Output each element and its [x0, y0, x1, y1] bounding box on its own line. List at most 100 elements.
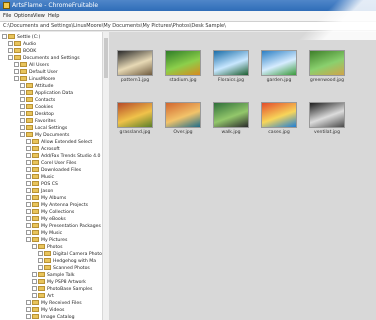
- tree-node[interactable]: My Collections: [26, 209, 74, 215]
- tree-node[interactable]: Acrosoft: [26, 146, 60, 152]
- expand-toggle-icon[interactable]: [20, 83, 25, 88]
- tree-scroll-thumb[interactable]: [104, 38, 108, 78]
- thumbnail-item[interactable]: walk.jpg: [211, 102, 251, 138]
- expand-toggle-icon[interactable]: [38, 258, 43, 263]
- tree-node[interactable]: Jason: [26, 188, 53, 194]
- tree-node[interactable]: Music: [26, 174, 54, 180]
- tree-node[interactable]: My Videos: [26, 307, 64, 313]
- expand-toggle-icon[interactable]: [20, 132, 25, 137]
- menu-help[interactable]: Help: [48, 11, 59, 21]
- thumbnail-item[interactable]: greenwood.jpg: [307, 50, 347, 86]
- expand-toggle-icon[interactable]: [20, 118, 25, 123]
- expand-toggle-icon[interactable]: [26, 202, 31, 207]
- expand-toggle-icon[interactable]: [26, 188, 31, 193]
- expand-toggle-icon[interactable]: [38, 265, 43, 270]
- thumbnail-image[interactable]: [213, 50, 249, 76]
- tree-node[interactable]: Allow Extended Select: [26, 139, 92, 145]
- tree-node[interactable]: Desktop: [20, 111, 54, 117]
- tree-node[interactable]: My Presentation Packages: [26, 223, 101, 229]
- expand-toggle-icon[interactable]: [26, 139, 31, 144]
- thumbnail-image[interactable]: [117, 50, 153, 76]
- expand-toggle-icon[interactable]: [32, 293, 37, 298]
- thumbnail-item[interactable]: cases.jpg: [259, 102, 299, 138]
- thumbnail-image[interactable]: [165, 102, 201, 128]
- tree-node[interactable]: My Received Files: [26, 300, 82, 306]
- tree-node[interactable]: Default User: [14, 69, 58, 75]
- thumbnail-item[interactable]: ventilat.jpg: [307, 102, 347, 138]
- thumbnail-image[interactable]: [165, 50, 201, 76]
- expand-toggle-icon[interactable]: [26, 146, 31, 151]
- tree-node[interactable]: Digital Camera Photos: [38, 251, 104, 257]
- expand-toggle-icon[interactable]: [20, 97, 25, 102]
- tree-node[interactable]: Art: [32, 293, 54, 299]
- tree-node[interactable]: Downloaded Files: [26, 167, 81, 173]
- tree-node[interactable]: POS CS: [26, 181, 58, 187]
- menu-view[interactable]: View: [33, 11, 45, 21]
- tree-node[interactable]: PhotoBase Samples: [32, 286, 92, 292]
- thumbnail-image[interactable]: [309, 102, 345, 128]
- tree-node[interactable]: My PSP8 Artwork: [32, 279, 86, 285]
- expand-toggle-icon[interactable]: [8, 55, 13, 60]
- menu-options[interactable]: Options: [14, 11, 33, 21]
- tree-node[interactable]: BOOK: [8, 48, 36, 54]
- tree-node[interactable]: Documents and Settings: [8, 55, 80, 61]
- expand-toggle-icon[interactable]: [26, 181, 31, 186]
- expand-toggle-icon[interactable]: [8, 48, 13, 53]
- expand-toggle-icon[interactable]: [2, 34, 7, 39]
- tree-node[interactable]: Cookies: [20, 104, 53, 110]
- thumbnail-item[interactable]: Floraics.jpg: [211, 50, 251, 86]
- thumbnail-item[interactable]: Over.jpg: [163, 102, 203, 138]
- expand-toggle-icon[interactable]: [8, 41, 13, 46]
- tree-node[interactable]: Photos: [32, 244, 63, 250]
- expand-toggle-icon[interactable]: [32, 279, 37, 284]
- expand-toggle-icon[interactable]: [26, 216, 31, 221]
- tree-node[interactable]: Local Settings: [20, 125, 67, 131]
- thumbnail-item[interactable]: garden.jpg: [259, 50, 299, 86]
- expand-toggle-icon[interactable]: [26, 195, 31, 200]
- tree-node[interactable]: Hedgehog with Ma: [38, 258, 96, 264]
- tree-node[interactable]: LinusMoore: [14, 76, 55, 82]
- tree-node[interactable]: My Documents: [20, 132, 69, 138]
- tree-node[interactable]: Favorites: [20, 118, 56, 124]
- expand-toggle-icon[interactable]: [26, 314, 31, 319]
- thumbnail-image[interactable]: [261, 50, 297, 76]
- folder-tree[interactable]: Settle (C:) Audio BOOK Documents and Settin…: [0, 32, 109, 320]
- expand-toggle-icon[interactable]: [32, 286, 37, 291]
- expand-toggle-icon[interactable]: [20, 125, 25, 130]
- expand-toggle-icon[interactable]: [26, 160, 31, 165]
- expand-toggle-icon[interactable]: [26, 167, 31, 172]
- tree-node[interactable]: All Users: [14, 62, 49, 68]
- expand-toggle-icon[interactable]: [38, 251, 43, 256]
- tree-node[interactable]: My Antenna Projects: [26, 202, 88, 208]
- expand-toggle-icon[interactable]: [26, 223, 31, 228]
- tree-node[interactable]: Audio: [8, 41, 36, 47]
- expand-toggle-icon[interactable]: [32, 272, 37, 277]
- expand-toggle-icon[interactable]: [14, 62, 19, 67]
- expand-toggle-icon[interactable]: [20, 111, 25, 116]
- thumbnail-item[interactable]: stadium.jpg: [163, 50, 203, 86]
- expand-toggle-icon[interactable]: [26, 307, 31, 312]
- address-path[interactable]: C:\Documents and Settings\LinusMoore\My …: [0, 22, 376, 31]
- thumbnail-item[interactable]: pattern1.jpg: [115, 50, 155, 86]
- tree-node[interactable]: Add/Fax Trends Studio 4.0: [26, 153, 100, 159]
- thumbnail-image[interactable]: [213, 102, 249, 128]
- expand-toggle-icon[interactable]: [14, 69, 19, 74]
- thumbnail-image[interactable]: [309, 50, 345, 76]
- tree-node[interactable]: My Albums: [26, 195, 66, 201]
- tree-node[interactable]: My Pictures: [26, 237, 67, 243]
- expand-toggle-icon[interactable]: [26, 230, 31, 235]
- tree-node[interactable]: Sample Talk: [32, 272, 74, 278]
- expand-toggle-icon[interactable]: [26, 174, 31, 179]
- tree-node[interactable]: Corel User Files: [26, 160, 76, 166]
- tree-node[interactable]: Attitude: [20, 83, 53, 89]
- expand-toggle-icon[interactable]: [14, 76, 19, 81]
- expand-toggle-icon[interactable]: [26, 237, 31, 242]
- tree-scrollbar[interactable]: [102, 32, 109, 320]
- thumbnail-image[interactable]: [117, 102, 153, 128]
- tree-node[interactable]: Image Catalog: [26, 314, 75, 320]
- tree-node[interactable]: My Music: [26, 230, 62, 236]
- menu-file[interactable]: File: [3, 11, 11, 21]
- tree-node[interactable]: Contacts: [20, 97, 55, 103]
- expand-toggle-icon[interactable]: [26, 300, 31, 305]
- expand-toggle-icon[interactable]: [20, 104, 25, 109]
